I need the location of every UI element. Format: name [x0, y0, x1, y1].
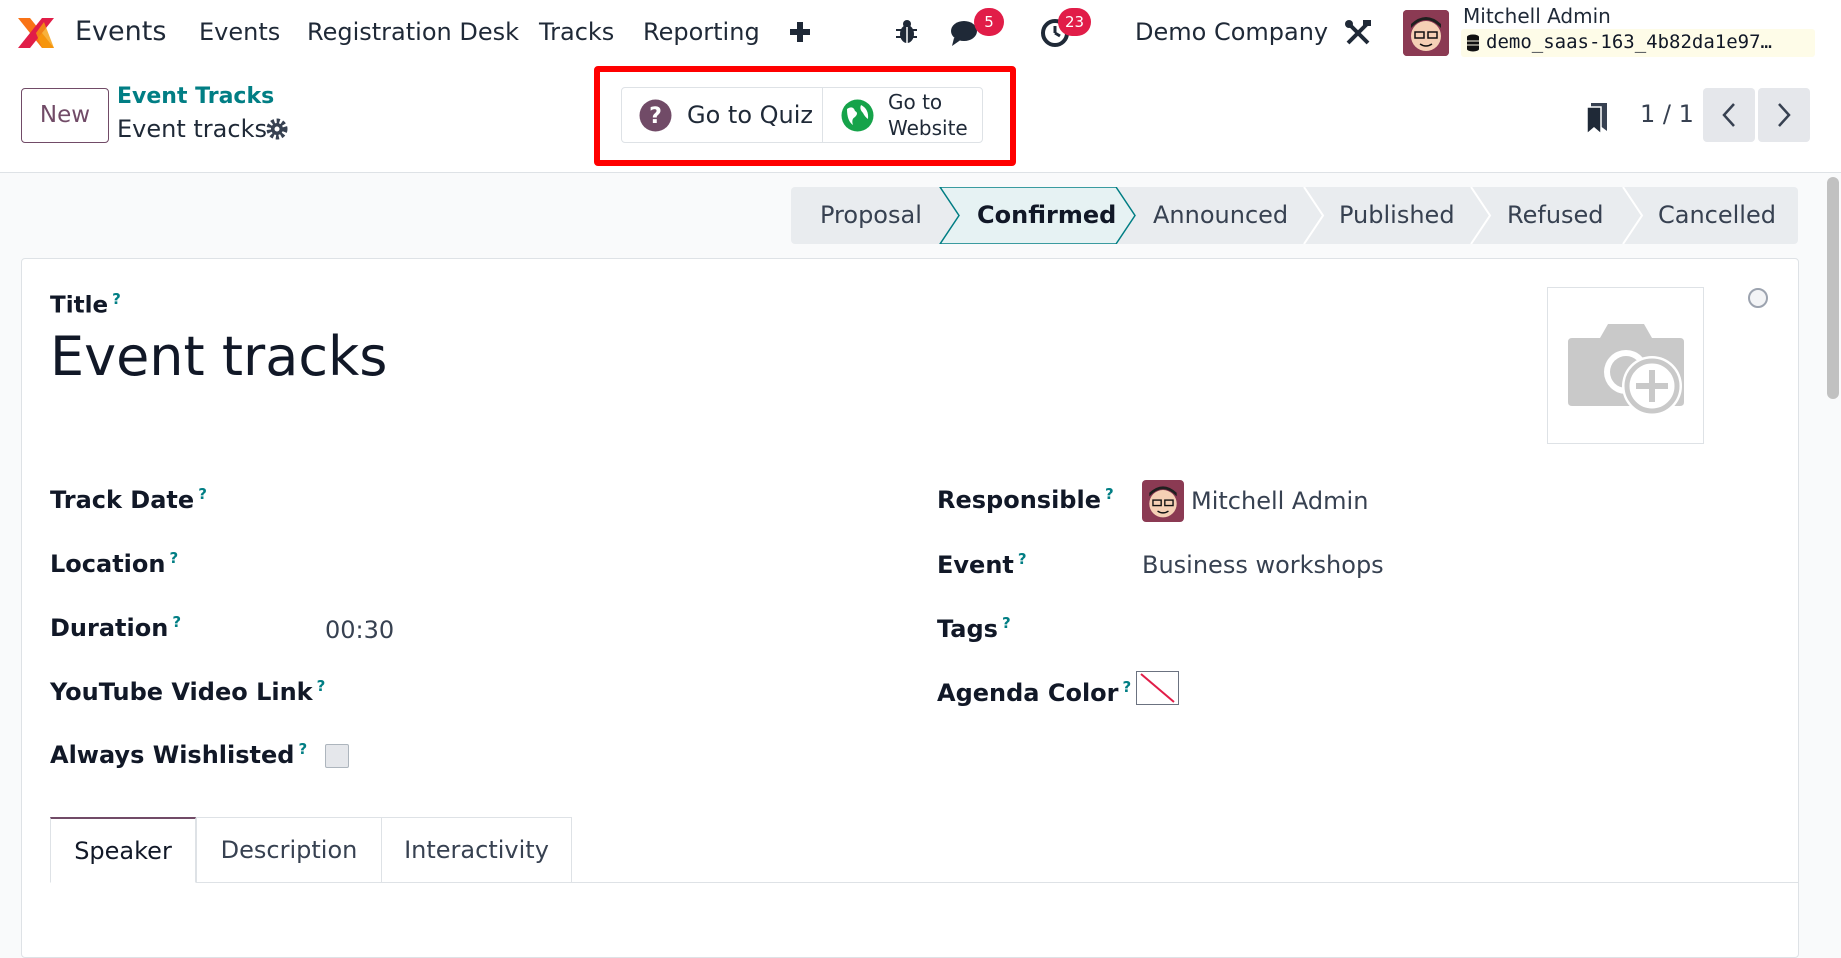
pager-previous-button[interactable]: [1703, 88, 1755, 142]
breadcrumb-parent[interactable]: Event Tracks: [117, 84, 274, 109]
duration-field[interactable]: 00:30: [325, 616, 394, 644]
tags-label: Tags?: [937, 614, 1011, 643]
top-navbar: Events Events Registration Desk Tracks R…: [0, 0, 1841, 65]
responsible-label: Responsible?: [937, 485, 1114, 514]
agenda-color-picker[interactable]: [1136, 671, 1179, 705]
menu-registration-desk[interactable]: Registration Desk: [307, 18, 519, 46]
pager-counter[interactable]: 1 / 1: [1640, 100, 1694, 128]
title-help[interactable]: ?: [112, 290, 121, 308]
database-icon: [1466, 34, 1480, 52]
plus-icon[interactable]: [788, 20, 812, 44]
stage-confirmed[interactable]: Confirmed: [977, 187, 1116, 244]
agenda-color-help[interactable]: ?: [1123, 678, 1132, 696]
odoo-events-logo-icon[interactable]: [14, 14, 62, 52]
event-label: Event?: [937, 550, 1027, 579]
stage-proposal[interactable]: Proposal: [820, 187, 922, 244]
title-field[interactable]: Event tracks: [50, 325, 387, 388]
track-date-help[interactable]: ?: [198, 485, 207, 503]
menu-events[interactable]: Events: [199, 18, 280, 46]
youtube-link-label: YouTube Video Link?: [50, 677, 326, 706]
responsible-avatar: [1142, 480, 1184, 522]
youtube-link-help[interactable]: ?: [317, 677, 326, 695]
camera-plus-icon: [1564, 316, 1688, 420]
stage-announced[interactable]: Announced: [1153, 187, 1288, 244]
user-name[interactable]: Mitchell Admin: [1463, 4, 1611, 28]
always-wishlisted-label: Always Wishlisted?: [50, 740, 308, 769]
responsible-help[interactable]: ?: [1105, 485, 1114, 503]
always-wishlisted-help[interactable]: ?: [298, 740, 307, 758]
always-wishlisted-checkbox[interactable]: [325, 744, 349, 768]
stage-separators: [939, 187, 1644, 244]
responsible-field[interactable]: Mitchell Admin: [1191, 487, 1368, 515]
track-date-label: Track Date?: [50, 485, 207, 514]
chevron-left-icon: [1718, 102, 1740, 128]
event-help[interactable]: ?: [1018, 550, 1027, 568]
new-button[interactable]: New: [21, 88, 109, 143]
app-name[interactable]: Events: [75, 16, 166, 47]
database-name: demo_saas-163_4b82da1e97…: [1486, 31, 1772, 53]
location-help[interactable]: ?: [169, 549, 178, 567]
breadcrumb-current: Event tracks: [117, 115, 267, 143]
highlight-box: [594, 66, 1016, 166]
chevron-right-icon: [1773, 102, 1795, 128]
stage-statusbar: Proposal Confirmed Announced Published R…: [791, 187, 1798, 244]
company-switcher[interactable]: Demo Company: [1135, 18, 1328, 46]
activities-count-badge: 23: [1058, 8, 1092, 36]
tab-interactivity[interactable]: Interactivity: [381, 817, 572, 883]
menu-tracks[interactable]: Tracks: [539, 18, 614, 46]
tags-help[interactable]: ?: [1002, 614, 1011, 632]
kanban-state-circle[interactable]: [1748, 288, 1768, 308]
stage-published[interactable]: Published: [1339, 187, 1455, 244]
bug-icon[interactable]: [893, 18, 921, 46]
gear-icon[interactable]: [265, 117, 289, 141]
vertical-scrollbar[interactable]: [1827, 177, 1839, 399]
duration-help[interactable]: ?: [172, 613, 181, 631]
tools-icon[interactable]: [1343, 18, 1373, 48]
stage-cancelled[interactable]: Cancelled: [1658, 187, 1776, 244]
tab-description[interactable]: Description: [196, 817, 382, 883]
agenda-color-label: Agenda Color?: [937, 678, 1132, 707]
tab-speaker[interactable]: Speaker: [50, 817, 196, 883]
title-label: Title?: [50, 290, 121, 319]
bookmark-icon[interactable]: [1585, 101, 1609, 136]
image-upload[interactable]: [1547, 287, 1704, 444]
duration-label: Duration?: [50, 613, 182, 642]
messages-count-badge: 5: [974, 8, 1004, 36]
location-label: Location?: [50, 549, 179, 578]
user-avatar[interactable]: [1403, 10, 1449, 56]
event-field[interactable]: Business workshops: [1142, 551, 1384, 579]
tabs-baseline: [572, 882, 1799, 883]
menu-reporting[interactable]: Reporting: [643, 18, 760, 46]
pager-next-button[interactable]: [1758, 88, 1810, 142]
stage-refused[interactable]: Refused: [1507, 187, 1604, 244]
